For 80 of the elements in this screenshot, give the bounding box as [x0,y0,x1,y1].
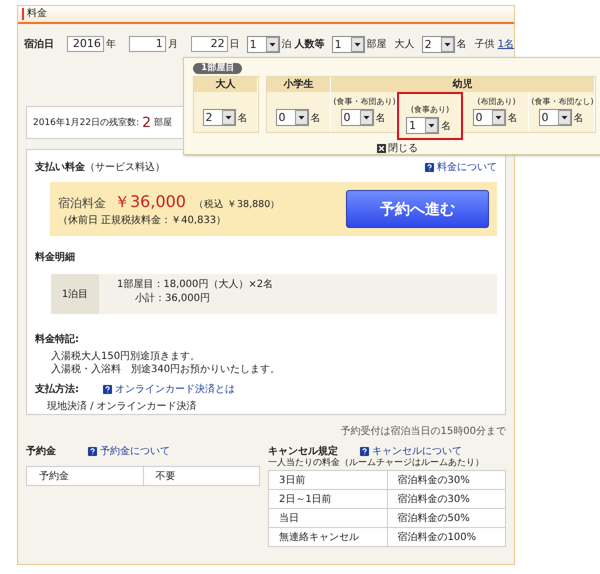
table-cell: 宿泊料金の30% [387,470,506,490]
deadline-note: 予約受付は宿泊当日の15時00分まで [340,424,506,438]
dropdown[interactable]: 0 [276,109,308,126]
room-badge: 1部屋目 [193,63,242,74]
close-button[interactable]: 閉じる [377,141,418,155]
dropdown[interactable]: 1 [406,117,439,134]
payment-method-text: 現地決済 / オンラインカード決済 [46,400,198,413]
dropdown[interactable]: 1 [246,36,280,52]
payment-method-title: 支払方法: [35,382,79,396]
note-text: 入湯税・入浴料 別途340円お預かりいたします。 [50,363,282,376]
dropdown[interactable]: 2 [422,36,455,52]
field-label: 大人 [394,38,415,51]
online-card-link[interactable]: オンラインカード決済とは [115,382,235,396]
children-link[interactable]: 1名 [498,37,514,51]
dropdown[interactable]: 2 [202,109,236,126]
column-header: 大人 [194,77,258,92]
unit-label: 名 [441,120,451,132]
input-field[interactable]: 22 [190,36,228,52]
cancel-link[interactable]: キャンセルについて [372,444,462,458]
table-cell: 当日 [268,508,387,528]
detail-text: 1部屋目：18,000円（大人）×2名 [117,278,274,292]
unit-label: 名 [238,112,248,124]
unit-label: 部屋 [154,116,172,129]
help-icon [360,446,369,456]
detail-text: 小計：36,000円 [134,292,211,306]
unit-label: 名 [574,112,584,124]
section-title: 料金 [22,8,47,20]
unit-label: 月 [168,38,178,51]
unit-label: 名 [376,112,386,124]
deposit-link[interactable]: 予約金について [100,444,170,458]
table-cell: 宿泊料金の30% [387,490,506,508]
note-text: 入湯税大人150円別途頂きます。 [50,350,202,363]
help-icon [103,384,112,394]
help-icon [425,162,434,172]
column-header: 幼児 [331,77,595,92]
notes-title: 料金特記: [35,332,80,346]
input-field[interactable]: 2016 [67,36,104,52]
reserve-button[interactable]: 予約へ進む [346,190,489,228]
tax-note: （税込 ￥38,880） [194,198,280,210]
help-link[interactable]: 料金について [437,160,497,174]
table-cell: 宿泊料金の100% [387,528,506,546]
table-cell: 予約金 [26,466,143,486]
input-field[interactable]: 1 [128,36,166,52]
unit-label: 泊 [282,38,292,51]
column-sublabel: (食事・布団なし) [531,96,594,107]
table-cell: 宿泊料金の50% [387,508,506,528]
column-sublabel: (食事・布団あり) [333,96,396,107]
table-cell: 3日前 [268,470,387,490]
remaining-rooms-count: 2 [142,114,152,130]
unit-label: 年 [106,38,116,51]
field-label: 宿泊日 [24,37,54,51]
field-label: 子供 [474,38,495,51]
breakdown-title: 料金明細 [35,250,76,264]
price-amount: ￥36,000 [114,192,186,212]
unit-label: 部屋 [366,38,387,51]
column-sublabel: (食事あり) [410,104,450,115]
table-cell: 2日～1日前 [268,490,387,508]
unit-label: 名 [456,38,467,51]
table-cell: 無連絡キャンセル [268,528,387,546]
unit-label: 日 [230,38,240,51]
help-icon [88,446,97,456]
cancel-title: キャンセル規定 [268,444,339,458]
cancel-subtitle: 一人当たりの料金（ルームチャージはルームあたり） [268,458,485,469]
dropdown[interactable]: 0 [538,109,572,126]
dropdown[interactable]: 0 [340,109,374,126]
field-label: 人数等 [294,38,325,51]
price-label: 宿泊料金 [58,194,106,212]
close-icon [377,144,386,152]
unit-label: 名 [508,112,518,124]
dropdown[interactable]: 1 [332,36,365,52]
price-note: （休前日 正規税抜料金：￥40,833） [58,214,228,226]
column-sublabel: (布団あり) [477,96,516,107]
table-cell: 不要 [143,466,260,486]
column-header: 小学生 [267,77,331,92]
night-cell: 1泊目 [51,274,99,314]
remaining-rooms-label: 2016年1月22日の残室数: [33,116,140,129]
unit-label: 名 [310,112,320,124]
deposit-title: 予約金 [26,444,57,458]
payment-title: 支払い料金（サービス料込） [35,160,165,174]
dropdown[interactable]: 0 [472,109,506,126]
